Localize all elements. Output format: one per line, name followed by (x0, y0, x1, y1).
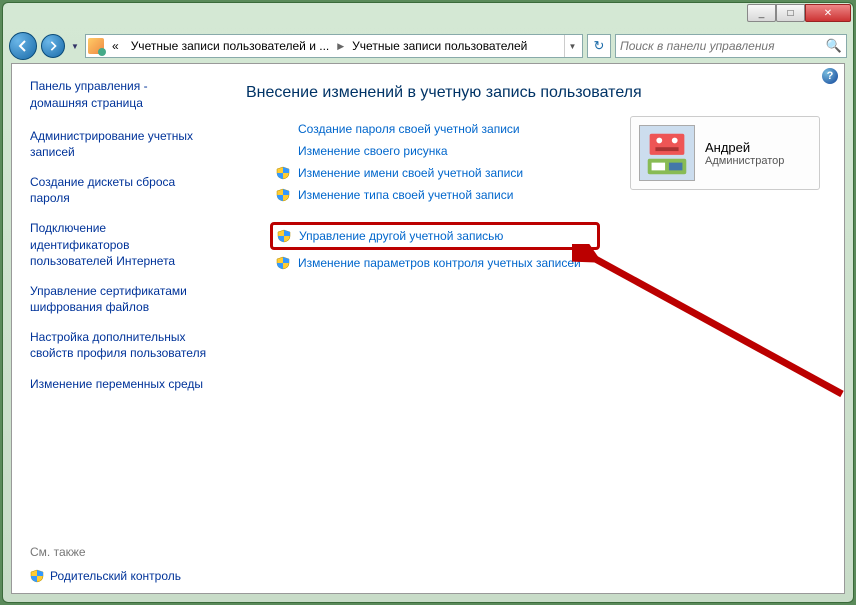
close-button[interactable]: ✕ (805, 4, 851, 22)
shield-icon (276, 188, 290, 202)
user-card[interactable]: Андрей Администратор (630, 116, 820, 190)
task-link[interactable]: Изменение имени своей учетной записи (298, 166, 523, 180)
shield-icon (277, 229, 291, 243)
titlebar: _ □ ✕ (3, 3, 853, 29)
task-link[interactable]: Управление другой учетной записью (299, 229, 503, 243)
sidebar-link-env-vars[interactable]: Изменение переменных среды (30, 376, 208, 392)
sidebar-link-password-reset-disk[interactable]: Создание дискеты сброса пароля (30, 174, 208, 206)
search-icon[interactable]: 🔍 (826, 38, 842, 54)
user-name: Андрей (705, 140, 784, 155)
shield-icon (276, 256, 290, 270)
task-manage-other-account[interactable]: Управление другой учетной записью (277, 229, 589, 243)
minimize-button[interactable]: _ (747, 4, 776, 22)
spacer (276, 122, 290, 136)
breadcrumb-segment-2[interactable]: Учетные записи пользователей (348, 37, 531, 55)
breadcrumb-segment-1[interactable]: Учетные записи пользователей и ... (127, 37, 334, 55)
refresh-button[interactable]: ↻ (587, 34, 611, 58)
back-button[interactable] (9, 32, 37, 60)
forward-button[interactable] (41, 34, 65, 58)
user-accounts-icon (88, 38, 104, 54)
search-box[interactable]: 🔍 (615, 34, 847, 58)
breadcrumb-prefix[interactable]: « (108, 37, 123, 55)
task-link[interactable]: Изменение типа своей учетной записи (298, 188, 513, 202)
page-title: Внесение изменений в учетную запись поль… (246, 84, 820, 102)
main-pane: Внесение изменений в учетную запись поль… (222, 64, 844, 593)
sidebar-link-online-ids[interactable]: Подключение идентификаторов пользователе… (30, 220, 208, 269)
chevron-right-icon[interactable]: ▶ (337, 41, 344, 52)
task-uac-settings[interactable]: Изменение параметров контроля учетных за… (276, 256, 820, 270)
sidebar-home-link[interactable]: Панель управления - домашняя страница (30, 78, 208, 112)
content-area: ? Панель управления - домашняя страница … (11, 63, 845, 594)
task-link[interactable]: Создание пароля своей учетной записи (298, 122, 520, 136)
address-bar[interactable]: « Учетные записи пользователей и ... ▶ У… (85, 34, 583, 58)
window-frame: _ □ ✕ ▼ « Учетные записи пользователей и… (2, 2, 854, 603)
sidebar: Панель управления - домашняя страница Ад… (12, 64, 222, 593)
see-also-label: См. также (30, 545, 208, 559)
sidebar-link-admin-accounts[interactable]: Администрирование учетных записей (30, 128, 208, 160)
task-change-type[interactable]: Изменение типа своей учетной записи (276, 188, 820, 202)
shield-icon (30, 569, 44, 583)
task-link[interactable]: Изменение параметров контроля учетных за… (298, 256, 581, 270)
avatar (639, 125, 695, 181)
nav-history-dropdown[interactable]: ▼ (69, 36, 81, 56)
sidebar-link-parental-controls[interactable]: Родительский контроль (30, 569, 208, 583)
address-dropdown[interactable]: ▼ (564, 35, 580, 57)
maximize-button[interactable]: □ (776, 4, 805, 22)
shield-icon (276, 166, 290, 180)
user-role: Администратор (705, 155, 784, 167)
sidebar-link-profile-properties[interactable]: Настройка дополнительных свойств профиля… (30, 329, 208, 361)
task-link[interactable]: Изменение своего рисунка (298, 144, 448, 158)
search-input[interactable] (620, 39, 826, 53)
highlighted-task-box: Управление другой учетной записью (270, 222, 600, 250)
sidebar-link-certificates[interactable]: Управление сертификатами шифрования файл… (30, 283, 208, 315)
spacer (276, 144, 290, 158)
parental-controls-label: Родительский контроль (50, 569, 181, 583)
toolbar: ▼ « Учетные записи пользователей и ... ▶… (3, 29, 853, 63)
